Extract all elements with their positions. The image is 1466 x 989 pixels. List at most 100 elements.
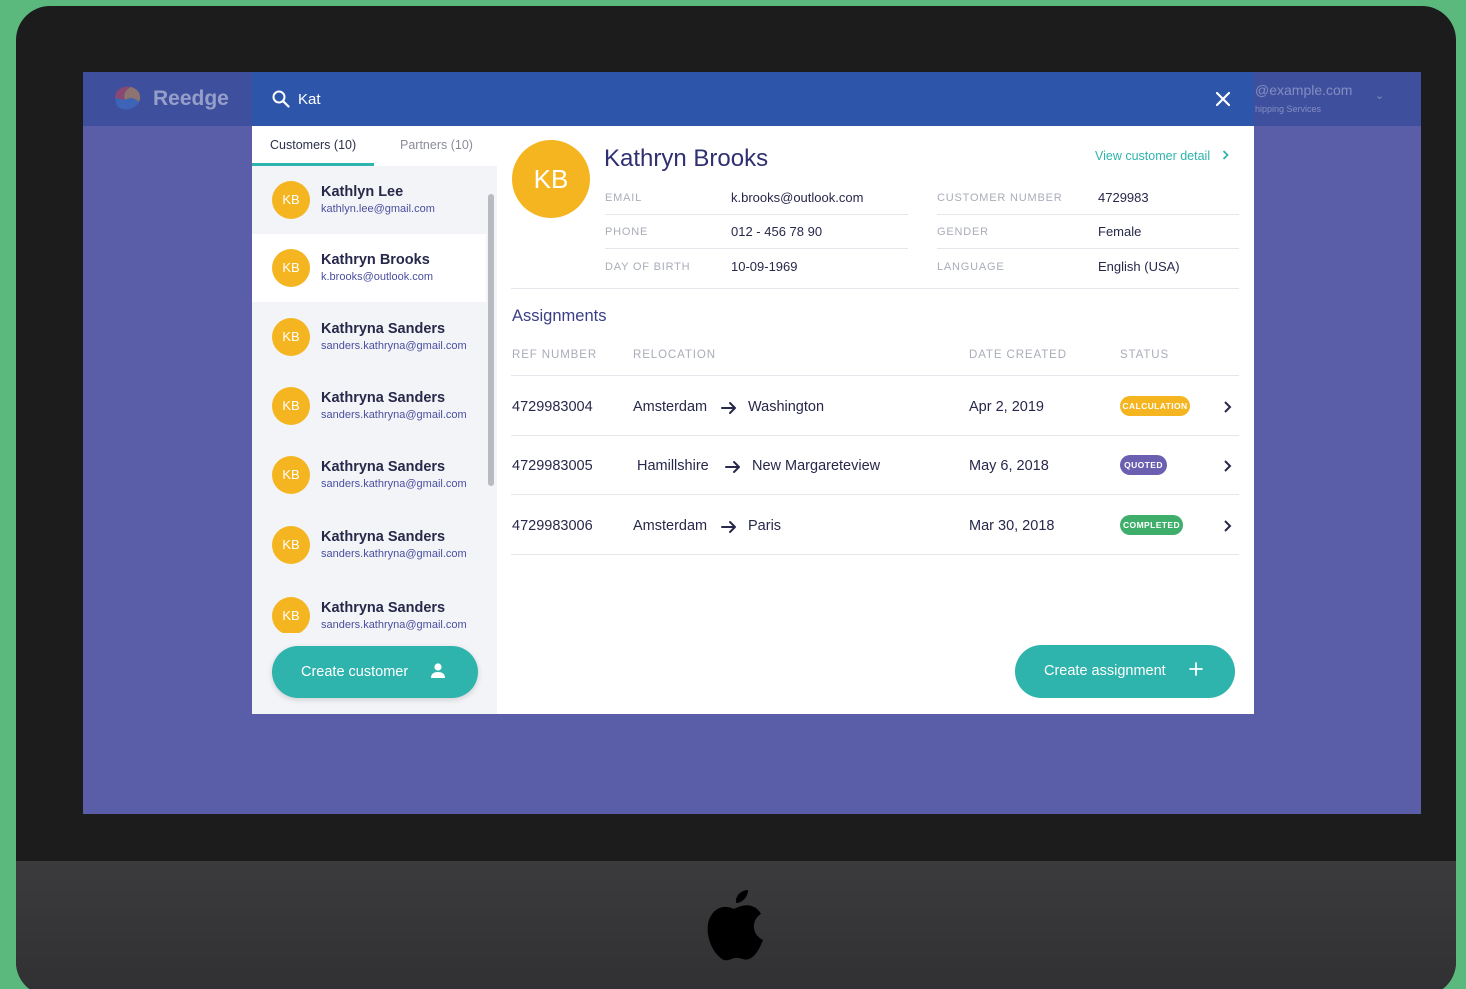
plus-icon (1189, 662, 1203, 676)
list-item[interactable]: KB Kathryna Sanders sanders.kathryna@gma… (252, 511, 486, 579)
tab-customers[interactable]: Customers (10) (270, 138, 356, 152)
dob-label: DAY OF BIRTH (605, 261, 691, 273)
date-created: May 6, 2018 (969, 458, 1049, 474)
close-icon[interactable] (1212, 88, 1234, 110)
create-assignment-button[interactable]: Create assignment (1015, 645, 1235, 698)
column-header-ref: REF NUMBER (512, 349, 598, 361)
divider (511, 288, 1239, 289)
dob-value: 10-09-1969 (731, 259, 798, 274)
results-tabs: Customers (10) Partners (10) (252, 126, 497, 166)
apple-logo-icon (704, 886, 768, 962)
status-badge: QUOTED (1120, 455, 1167, 475)
chevron-down-icon[interactable]: ⌄ (1375, 89, 1384, 102)
divider (937, 248, 1239, 249)
customer-name: Kathryna Sanders (321, 390, 446, 406)
list-item[interactable]: KB Kathryna Sanders sanders.kathryna@gma… (252, 303, 486, 371)
customer-email: sanders.kathryna@gmail.com (321, 478, 467, 490)
customer-title: Kathryn Brooks (604, 145, 769, 172)
search-bar (252, 72, 1254, 126)
list-item-selected[interactable]: KB Kathryn Brooks k.brooks@outlook.com (252, 234, 486, 302)
avatar: KB (272, 181, 310, 219)
chevron-right-icon (1222, 149, 1229, 163)
avatar: KB (272, 318, 310, 356)
ref-number: 4729983005 (512, 458, 593, 474)
customer-name: Kathryna Sanders (321, 529, 446, 545)
arrow-right-icon (725, 460, 741, 474)
customer-email: sanders.kathryna@gmail.com (321, 548, 467, 560)
language-value: English (USA) (1098, 259, 1180, 274)
list-scrollbar-thumb[interactable] (488, 194, 494, 486)
relocation-to: Washington (748, 399, 825, 415)
chevron-right-icon[interactable] (1222, 400, 1232, 414)
tab-partners[interactable]: Partners (10) (400, 138, 473, 152)
create-customer-label: Create customer (301, 664, 409, 680)
brand-name: Reedge (153, 87, 229, 110)
brand: Reedge (111, 84, 229, 114)
date-created: Mar 30, 2018 (969, 518, 1055, 534)
create-customer-button[interactable]: Create customer (272, 646, 478, 698)
chevron-right-icon[interactable] (1222, 519, 1232, 533)
view-detail-label: View customer detail (1095, 149, 1211, 163)
list-item[interactable]: KB Kathryna Sanders sanders.kathryna@gma… (252, 582, 486, 633)
customer-email: kathlyn.lee@gmail.com (321, 203, 435, 215)
phone-value: 012 - 456 78 90 (731, 224, 823, 239)
ref-number: 4729983004 (512, 399, 593, 415)
account-subtitle: hipping Services (1255, 104, 1322, 114)
relocation-from: Amsterdam (633, 518, 708, 534)
account-email: @example.com (1255, 82, 1353, 98)
assignments-title: Assignments (512, 307, 607, 325)
date-created: Apr 2, 2019 (969, 399, 1044, 415)
phone-label: PHONE (605, 226, 649, 238)
avatar: KB (272, 387, 310, 425)
divider (511, 375, 1239, 376)
table-row[interactable]: 4729983004 Amsterdam Washington Apr 2, 2… (511, 377, 1239, 436)
reedge-logo-icon (111, 84, 145, 114)
status-badge: CALCULATION (1120, 396, 1190, 416)
gender-label: GENDER (937, 226, 989, 238)
relocation-from: Amsterdam (633, 399, 708, 415)
list-item[interactable]: KB Kathlyn Lee kathlyn.lee@gmail.com (252, 166, 486, 234)
view-customer-detail-link[interactable]: View customer detail (1095, 149, 1229, 163)
avatar: KB (272, 597, 310, 633)
table-row[interactable]: 4729983006 Amsterdam Paris Mar 30, 2018 … (511, 496, 1239, 555)
results-sidebar: Customers (10) Partners (10) KB Kathlyn … (252, 126, 497, 714)
user-icon (430, 662, 446, 680)
create-assignment-label: Create assignment (1044, 663, 1166, 679)
gender-value: Female (1098, 224, 1142, 239)
list-item[interactable]: KB Kathryna Sanders sanders.kathryna@gma… (252, 372, 486, 440)
divider (605, 248, 908, 249)
avatar: KB (272, 456, 310, 494)
customer-number-value: 4729983 (1098, 190, 1149, 205)
customer-name: Kathryna Sanders (321, 321, 446, 337)
customer-email: k.brooks@outlook.com (321, 271, 434, 283)
ref-number: 4729983006 (512, 518, 593, 534)
search-input[interactable] (298, 86, 898, 112)
list-item[interactable]: KB Kathryna Sanders sanders.kathryna@gma… (252, 441, 486, 509)
avatar: KB (272, 249, 310, 287)
customer-name: Kathlyn Lee (321, 184, 404, 200)
relocation-to: Paris (748, 518, 782, 534)
relocation-to: New Margareteview (752, 458, 881, 474)
customer-name: Kathryna Sanders (321, 600, 446, 616)
avatar: KB (272, 526, 310, 564)
monitor-frame: Reedge @example.com hipping Services ⌄ C… (16, 6, 1456, 989)
account-menu[interactable]: @example.com hipping Services (1255, 82, 1352, 114)
column-header-relocation: RELOCATION (633, 349, 716, 361)
customer-email: sanders.kathryna@gmail.com (321, 619, 467, 631)
divider (511, 494, 1239, 495)
divider (511, 554, 1239, 555)
email-value: k.brooks@outlook.com (731, 190, 864, 205)
customer-number-label: CUSTOMER NUMBER (937, 192, 1063, 204)
table-row[interactable]: 4729983005 Hamillshire New Margareteview… (511, 436, 1239, 495)
status-badge: COMPLETED (1120, 515, 1183, 535)
column-header-status: STATUS (1120, 349, 1170, 361)
chevron-right-icon[interactable] (1222, 459, 1232, 473)
column-header-date: DATE CREATED (969, 349, 1067, 361)
customer-name: Kathryn Brooks (321, 252, 430, 268)
divider (605, 214, 908, 215)
customer-list: KB Kathlyn Lee kathlyn.lee@gmail.com KB … (252, 166, 486, 633)
language-label: LANGUAGE (937, 261, 1005, 273)
customer-email: sanders.kathryna@gmail.com (321, 340, 467, 352)
search-results-panel: Customers (10) Partners (10) KB Kathlyn … (252, 126, 1254, 714)
email-label: EMAIL (605, 192, 643, 204)
